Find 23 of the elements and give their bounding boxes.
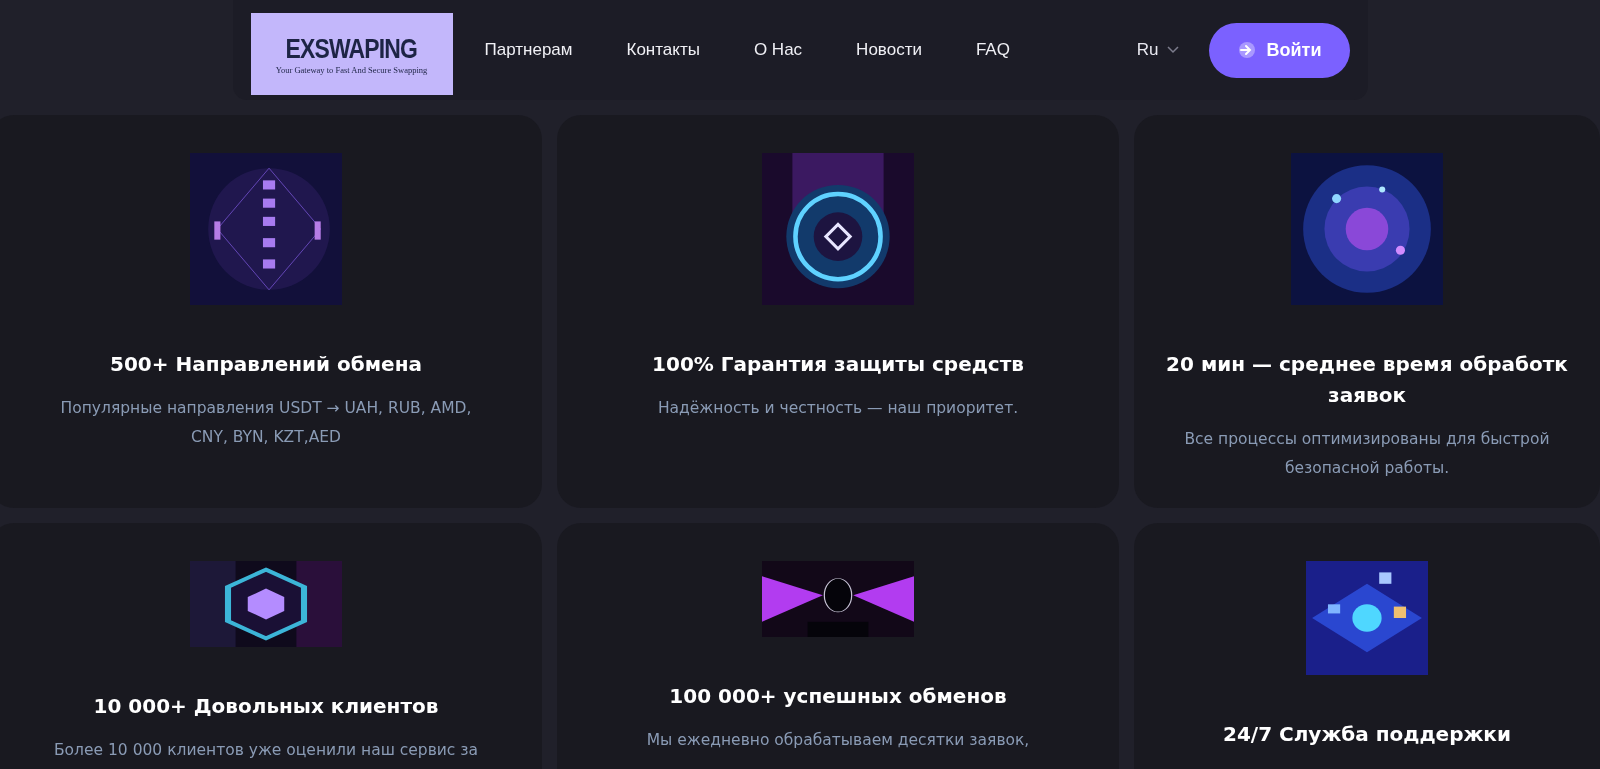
card-description: Надёжность и честность — наш приоритет.	[657, 398, 1019, 419]
card-title: 500+ Направлений обмена	[110, 351, 422, 378]
card-title: 24/7 Служба поддержки	[1223, 721, 1511, 748]
login-button[interactable]: Войти	[1208, 22, 1350, 78]
nav-link[interactable]: Партнерам	[484, 40, 573, 60]
nav-link[interactable]: Новости	[856, 40, 922, 60]
card-title: 20 мин — среднее время обработк заявок	[1166, 351, 1568, 409]
nav-link[interactable]: FAQ	[975, 40, 1010, 60]
chevron-down-icon	[1166, 46, 1179, 54]
card-title: 100 000+ успешных обменов	[669, 683, 1007, 710]
nav-link[interactable]: Контакты	[626, 40, 700, 60]
card-description: Все процессы оптимизированы для быстрой безопасной работы.	[1184, 429, 1550, 480]
logo-tagline: Your Gateway to Fast And Secure Swapping	[275, 64, 428, 75]
logo[interactable]: EXSWAPING Your Gateway to Fast And Secure Swapping	[250, 13, 453, 95]
logo-title: EXSWAPING	[285, 33, 418, 65]
card-description: Мы ежедневно обрабатываем десятки заявок,	[646, 730, 1030, 751]
login-icon	[1236, 40, 1257, 60]
card-description: Более 10 000 клиентов уже оценили наш сервис за	[53, 740, 479, 761]
language-selector[interactable]: Ru	[1130, 39, 1185, 61]
card-title: 10 000+ Довольных клиентов	[93, 693, 439, 720]
nav-link[interactable]: О Нас	[753, 40, 803, 60]
card-title: 100% Гарантия защиты средств	[652, 351, 1024, 378]
card-description: Популярные направления USDT → UAH, RUB, AMD, CNY, BYN, KZT,AED	[60, 398, 472, 449]
